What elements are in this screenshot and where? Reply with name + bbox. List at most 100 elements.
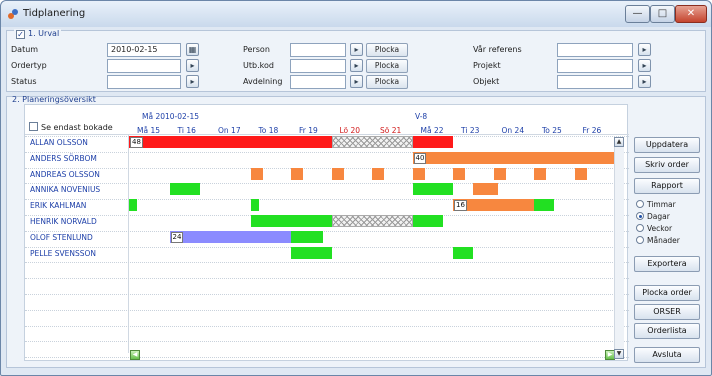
avdelning-field[interactable] (290, 75, 346, 89)
planning-section-title: 2. Planeringsöversikt (12, 95, 96, 104)
booking-bar[interactable] (250, 215, 332, 227)
resource-name[interactable]: ANNIKA NOVENIUS (30, 185, 100, 194)
booking-bar[interactable] (453, 246, 474, 259)
projekt-field[interactable] (557, 59, 633, 73)
booking-bar[interactable] (574, 167, 587, 180)
radio-circle[interactable] (636, 236, 644, 244)
radio-manader[interactable]: Månader (636, 236, 680, 245)
utbkod-field[interactable] (290, 59, 346, 73)
booking-bar[interactable] (331, 167, 344, 180)
exportera-button[interactable]: Exportera (634, 256, 700, 272)
calendar-icon[interactable]: ▦ (186, 43, 199, 56)
plocka-person-button[interactable]: Plocka (366, 43, 408, 57)
datum-field[interactable]: 2010-02-15 (107, 43, 181, 57)
weekend-booking-bar[interactable] (331, 215, 413, 227)
radio-circle[interactable] (636, 200, 644, 208)
plocka-order-button[interactable]: Plocka order (634, 285, 700, 301)
row-divider (25, 278, 629, 280)
booking-bar[interactable]: 40 (412, 151, 615, 164)
objekt-field[interactable] (557, 75, 633, 89)
var-referens-field[interactable] (557, 43, 633, 57)
radio-circle[interactable] (636, 224, 644, 232)
uppdatera-button[interactable]: Uppdatera (634, 137, 700, 153)
lookup-icon[interactable]: ▸ (638, 59, 651, 72)
lookup-icon[interactable]: ▸ (638, 75, 651, 88)
lookup-icon[interactable]: ▸ (350, 75, 363, 88)
app-icon (8, 9, 18, 19)
booking-bar[interactable] (453, 167, 466, 180)
radio-veckor[interactable]: Veckor (636, 224, 672, 233)
row-divider (25, 294, 629, 295)
booking-bar[interactable] (129, 199, 138, 212)
lookup-icon[interactable]: ▸ (350, 59, 363, 72)
booking-bar[interactable] (412, 215, 443, 227)
scroll-up-icon[interactable]: ▲ (614, 137, 624, 147)
booking-bar[interactable]: 16 (453, 199, 534, 212)
booking-bar[interactable] (412, 183, 453, 196)
orderlista-button[interactable]: Orderlista (634, 323, 700, 339)
only-booked-checkbox[interactable] (29, 122, 38, 131)
booking-bar[interactable]: 48 (129, 136, 332, 148)
booking-bar[interactable] (291, 246, 332, 259)
booking-bar[interactable] (250, 199, 259, 212)
resource-name[interactable]: HENRIK NORVALD (30, 217, 97, 226)
maximize-button[interactable]: □ (650, 5, 675, 23)
radio-timmar[interactable]: Timmar (636, 200, 676, 209)
prev-period-icon[interactable]: ◀ (130, 350, 140, 360)
lookup-icon[interactable]: ▸ (186, 75, 199, 88)
booking-bar[interactable] (412, 167, 425, 180)
booking-bar[interactable] (372, 167, 385, 180)
row-divider (25, 183, 629, 185)
weekend-booking-bar[interactable] (331, 136, 413, 148)
resource-name[interactable]: ANDERS SÖRBOM (30, 154, 97, 163)
booking-bar[interactable]: 24 (169, 230, 291, 243)
only-booked-option[interactable]: Se endast bokade (29, 122, 113, 132)
lookup-icon[interactable]: ▸ (350, 43, 363, 56)
status-label: Status (11, 77, 37, 86)
row-divider (25, 309, 629, 311)
status-field[interactable] (107, 75, 181, 89)
utbkod-label: Utb.kod (243, 61, 274, 70)
booking-bar[interactable] (534, 167, 547, 180)
skriv-order-button[interactable]: Skriv order (634, 157, 700, 173)
filter-section-title: 1. Urval (28, 29, 60, 38)
booking-bar[interactable] (412, 136, 453, 148)
person-field[interactable] (290, 43, 346, 57)
booking-hours-label: 16 (454, 200, 467, 212)
plocka-avdelning-button[interactable]: Plocka (366, 75, 408, 89)
ordertyp-label: Ordertyp (11, 61, 47, 70)
orser-button[interactable]: ORSER (634, 304, 700, 320)
booking-bar[interactable] (291, 167, 304, 180)
radio-dagar[interactable]: Dagar (636, 212, 670, 221)
lookup-icon[interactable]: ▸ (638, 43, 651, 56)
filter-section-checkbox[interactable]: ✓ (16, 30, 25, 39)
vertical-scrollbar[interactable] (614, 137, 624, 359)
var-referens-label: Vår referens (473, 45, 522, 54)
scroll-down-icon[interactable]: ▼ (614, 349, 624, 359)
lookup-icon[interactable]: ▸ (186, 59, 199, 72)
minimize-button[interactable]: — (625, 5, 650, 23)
rapport-button[interactable]: Rapport (634, 178, 700, 194)
radio-label: Månader (647, 236, 680, 245)
plocka-utbkod-button[interactable]: Plocka (366, 59, 408, 73)
resource-name[interactable]: ALLAN OLSSON (30, 138, 88, 147)
booking-bar[interactable] (250, 167, 263, 180)
resource-name[interactable]: PELLE SVENSSON (30, 249, 96, 258)
booking-bar[interactable] (493, 167, 506, 180)
resource-name[interactable]: ANDREAS OLSSON (30, 170, 100, 179)
booking-bar[interactable] (534, 199, 555, 212)
booking-bar[interactable] (169, 183, 200, 196)
ordertyp-field[interactable] (107, 59, 181, 73)
booking-bar[interactable] (291, 230, 324, 243)
avsluta-button[interactable]: Avsluta (634, 347, 700, 363)
resource-name[interactable]: OLOF STENLUND (30, 233, 93, 242)
radio-circle-checked[interactable] (636, 212, 644, 220)
datum-label: Datum (11, 45, 39, 54)
row-divider (25, 357, 629, 359)
only-booked-label: Se endast bokade (41, 123, 113, 132)
header-divider (25, 134, 629, 135)
close-button[interactable]: ✕ (675, 5, 707, 23)
resource-name[interactable]: ERIK KAHLMAN (30, 201, 86, 210)
booking-bar[interactable] (473, 183, 498, 196)
objekt-label: Objekt (473, 77, 500, 86)
